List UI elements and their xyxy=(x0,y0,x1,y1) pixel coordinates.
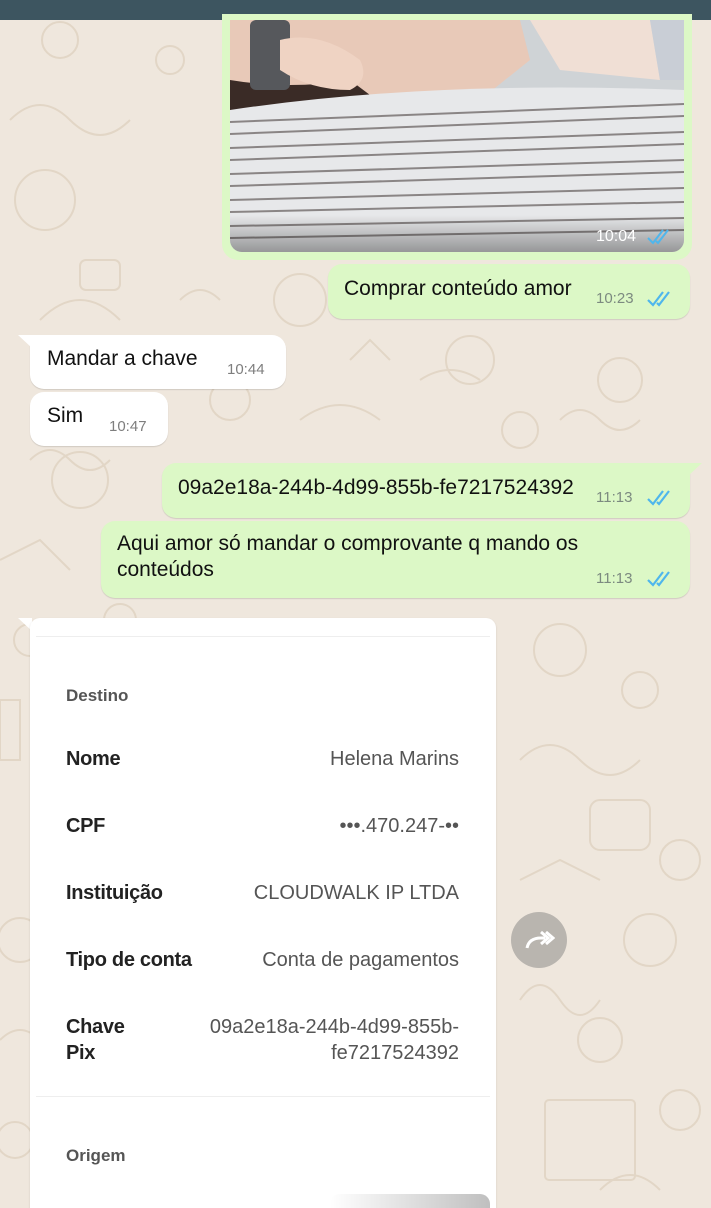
message-time: 11:13 xyxy=(596,570,633,587)
receipt-chave-value-line-2: fe7217524392 xyxy=(331,1042,459,1064)
message-text: Comprar conteúdo amor xyxy=(344,277,572,300)
receipt-nome-label: Nome xyxy=(66,748,121,770)
receipt-chave-value-line-1: 09a2e18a-244b-4d99-855b- xyxy=(209,1016,459,1038)
double-check-icon xyxy=(647,490,670,506)
pix-receipt-image[interactable]: Destino Nome Helena Marins CPF •••.470.2… xyxy=(30,618,496,1208)
message-bubble-outgoing[interactable]: Comprar conteúdo amor 10:23 xyxy=(328,264,690,319)
receipt-divider xyxy=(36,636,490,637)
receipt-section-origem: Origem xyxy=(66,1146,126,1165)
message-time: 11:13 xyxy=(596,489,633,506)
bubble-tail xyxy=(18,335,32,348)
message-bubble-outgoing[interactable]: Aqui amor só mandar o comprovante q mand… xyxy=(101,521,690,598)
message-time: 10:23 xyxy=(596,290,634,307)
message-time: 10:47 xyxy=(109,418,147,435)
message-text: Mandar a chave xyxy=(47,347,198,370)
receipt-tipo-value: Conta de pagamentos xyxy=(262,949,459,971)
double-check-icon xyxy=(647,291,670,307)
double-check-icon xyxy=(647,571,670,587)
forward-button[interactable] xyxy=(511,912,567,968)
photo-time: 10:04 xyxy=(596,228,637,245)
message-bubble-incoming[interactable]: Mandar a chave 10:44 xyxy=(30,335,286,389)
message-time: 10:44 xyxy=(227,361,265,378)
receipt-cpf-label: CPF xyxy=(66,815,106,837)
receipt-chave-label-line-1: Chave xyxy=(66,1016,125,1038)
message-text-line-2: conteúdos xyxy=(117,558,214,581)
message-bubble-incoming[interactable]: Sim 10:47 xyxy=(30,392,168,446)
receipt-section-destino: Destino xyxy=(66,686,129,705)
message-bubble-outgoing[interactable]: 09a2e18a-244b-4d99-855b-fe7217524392 11:… xyxy=(162,463,690,518)
message-text: 09a2e18a-244b-4d99-855b-fe7217524392 xyxy=(178,476,574,499)
receipt-chave-label-line-2: Pix xyxy=(66,1042,96,1064)
photo-message-image[interactable]: 10:04 xyxy=(230,20,684,252)
double-check-icon xyxy=(647,229,669,245)
receipt-cpf-value: •••.470.247-•• xyxy=(339,815,459,837)
receipt-tipo-label: Tipo de conta xyxy=(66,949,192,971)
message-text: Sim xyxy=(47,404,84,427)
receipt-instituicao-value: CLOUDWALK IP LTDA xyxy=(253,882,459,904)
receipt-divider xyxy=(36,1096,490,1097)
bubble-tail xyxy=(688,463,702,476)
receipt-bottom-shadow xyxy=(330,1194,490,1208)
receipt-nome-value: Helena Marins xyxy=(330,748,459,770)
forward-icon xyxy=(525,930,555,949)
receipt-instituicao-label: Instituição xyxy=(66,882,163,904)
message-text-line-1: Aqui amor só mandar o comprovante q mand… xyxy=(117,532,579,555)
